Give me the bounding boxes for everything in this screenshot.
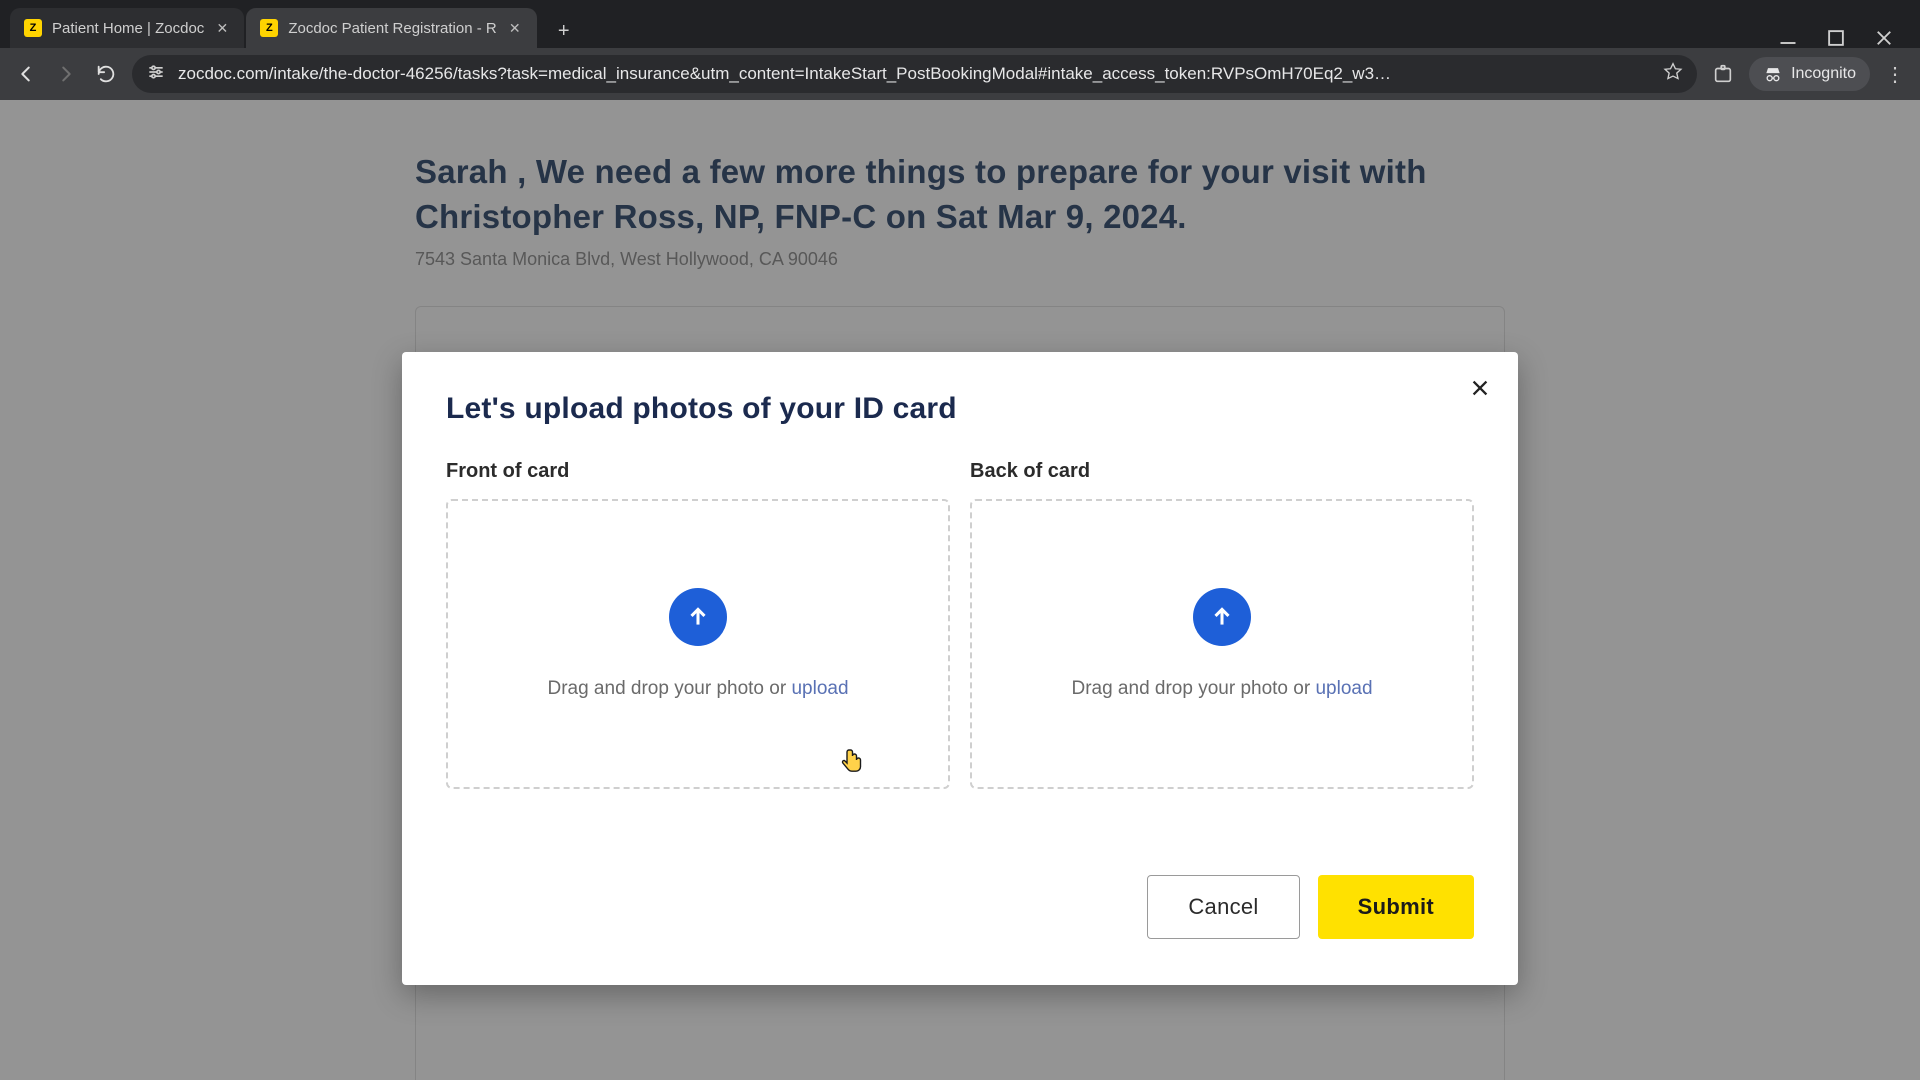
url-text: zocdoc.com/intake/the-doctor-46256/tasks… — [178, 64, 1651, 84]
modal-title: Let's upload photos of your ID card — [446, 392, 1474, 426]
back-label: Back of card — [970, 460, 1474, 483]
upload-row: Front of card Drag and drop your photo o… — [446, 460, 1474, 789]
minimize-button[interactable] — [1778, 28, 1798, 48]
address-bar[interactable]: zocdoc.com/intake/the-doctor-46256/tasks… — [132, 55, 1697, 93]
modal-actions: Cancel Submit — [446, 875, 1474, 939]
submit-button[interactable]: Submit — [1318, 875, 1474, 939]
tab-title: Patient Home | Zocdoc — [52, 20, 204, 37]
upload-arrow-icon — [669, 588, 727, 646]
zocdoc-favicon: Z — [260, 19, 278, 37]
close-icon[interactable]: ✕ — [507, 20, 523, 36]
incognito-indicator[interactable]: Incognito — [1749, 57, 1870, 91]
upload-back-column: Back of card Drag and drop your photo or… — [970, 460, 1474, 789]
extensions-icon[interactable] — [1709, 60, 1737, 88]
front-label: Front of card — [446, 460, 950, 483]
browser-toolbar: zocdoc.com/intake/the-doctor-46256/tasks… — [0, 48, 1920, 100]
upload-front-column: Front of card Drag and drop your photo o… — [446, 460, 950, 789]
incognito-label: Incognito — [1791, 65, 1856, 83]
cancel-button[interactable]: Cancel — [1147, 875, 1299, 939]
new-tab-button[interactable]: + — [547, 14, 581, 48]
zocdoc-favicon: Z — [24, 19, 42, 37]
upload-arrow-icon — [1193, 588, 1251, 646]
back-drop-text: Drag and drop your photo or upload — [1071, 678, 1372, 700]
page-viewport: Sarah , We need a few more things to pre… — [0, 100, 1920, 1080]
drop-prefix: Drag and drop your photo or — [1071, 678, 1315, 699]
window-controls — [1778, 28, 1910, 48]
browser-tab-bar: Z Patient Home | Zocdoc ✕ Z Zocdoc Patie… — [0, 0, 1920, 48]
upload-id-modal: Let's upload photos of your ID card Fron… — [402, 352, 1518, 985]
upload-link[interactable]: upload — [791, 678, 848, 699]
modal-close-button[interactable] — [1464, 372, 1496, 404]
close-window-button[interactable] — [1874, 28, 1894, 48]
browser-tab-active[interactable]: Z Zocdoc Patient Registration - R ✕ — [246, 8, 536, 48]
bookmark-star-icon[interactable] — [1663, 62, 1683, 87]
back-button[interactable] — [12, 60, 40, 88]
site-settings-icon[interactable] — [146, 62, 166, 87]
front-drop-text: Drag and drop your photo or upload — [547, 678, 848, 700]
maximize-button[interactable] — [1826, 28, 1846, 48]
browser-tab-inactive[interactable]: Z Patient Home | Zocdoc ✕ — [10, 8, 244, 48]
close-icon[interactable]: ✕ — [214, 20, 230, 36]
upload-link[interactable]: upload — [1315, 678, 1372, 699]
forward-button — [52, 60, 80, 88]
browser-menu-button[interactable]: ⋮ — [1882, 61, 1908, 87]
tab-title: Zocdoc Patient Registration - R — [288, 20, 496, 37]
reload-button[interactable] — [92, 60, 120, 88]
back-dropzone[interactable]: Drag and drop your photo or upload — [970, 499, 1474, 789]
drop-prefix: Drag and drop your photo or — [547, 678, 791, 699]
front-dropzone[interactable]: Drag and drop your photo or upload — [446, 499, 950, 789]
